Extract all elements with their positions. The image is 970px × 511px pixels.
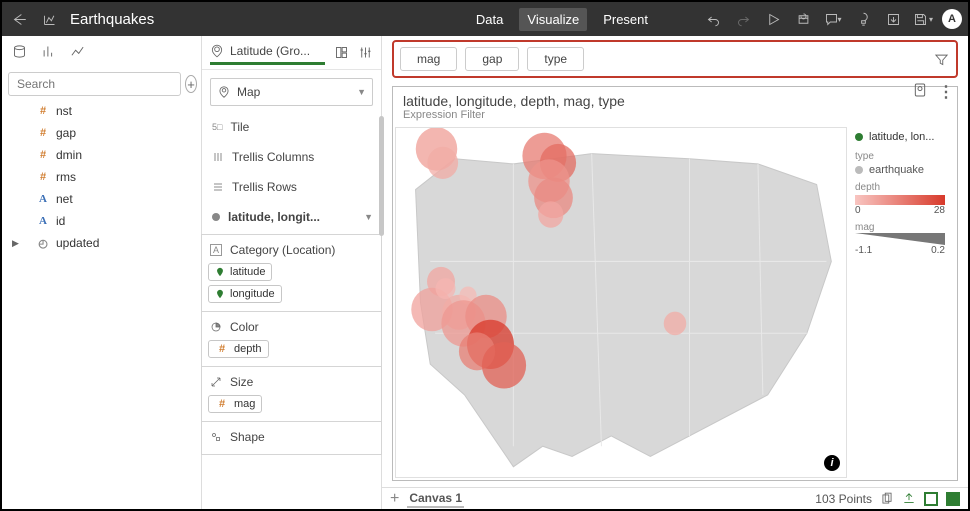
refresh-button[interactable] [792, 8, 814, 30]
layer-dot-icon [212, 213, 220, 221]
back-button[interactable] [8, 8, 30, 30]
grammar-active-tab[interactable]: Latitude (Gro... [210, 40, 325, 65]
legend-type-value: earthquake [855, 164, 949, 176]
clock-icon: ◴ [36, 237, 50, 250]
data-point[interactable] [538, 201, 563, 227]
legend-depth-max: 28 [934, 205, 945, 216]
search-input[interactable] [8, 72, 181, 96]
status-points: 103 Points [815, 492, 872, 506]
export-icon[interactable] [902, 492, 916, 506]
data-point[interactable] [436, 278, 456, 299]
field-nst[interactable]: #nst [2, 100, 201, 122]
field-net[interactable]: Anet [2, 188, 201, 210]
legend-size-ramp [855, 233, 945, 245]
shelf-trellis-rows[interactable]: Trellis Rows [210, 178, 373, 198]
attribute-icon: A [36, 215, 50, 227]
menu-icon[interactable]: ⋮ [938, 82, 954, 103]
chevron-down-icon: ▼ [357, 87, 366, 97]
viz-subtitle: Expression Filter [393, 109, 957, 125]
data-tab-icon[interactable] [12, 44, 27, 64]
grammar-panel: Latitude (Gro... Map ▼ 5□Tile Trellis Co… [202, 36, 382, 509]
workbook-title: Earthquakes [70, 11, 154, 28]
add-canvas-button[interactable]: + [390, 490, 399, 508]
add-data-button[interactable]: + [185, 75, 197, 93]
expand-icon[interactable]: ▶ [12, 238, 19, 249]
pill-latitude[interactable]: latitude [208, 263, 272, 281]
auto-insight-icon[interactable] [912, 82, 928, 103]
legend-mag-max: 0.2 [931, 245, 945, 256]
field-updated[interactable]: ▶◴updated [2, 232, 201, 254]
shelf-color[interactable]: Color #depth [201, 312, 382, 367]
copy-icon[interactable] [880, 492, 894, 506]
workbook-icon [38, 8, 60, 30]
insights-button[interactable] [852, 8, 874, 30]
preview-button[interactable] [762, 8, 784, 30]
info-icon[interactable]: i [824, 455, 840, 471]
data-fields-list: #nst #gap #dmin #rms Anet Aid ▶◴updated [2, 100, 201, 509]
analytics-tab-icon[interactable] [70, 44, 85, 64]
legend-depth-label: depth [855, 182, 949, 193]
visualization-canvas: latitude, longitude, depth, mag, type Ex… [392, 86, 958, 481]
auto-viz-icon[interactable] [333, 45, 349, 61]
filter-bar: mag gap type [392, 40, 958, 78]
field-dmin[interactable]: #dmin [2, 144, 201, 166]
tab-present[interactable]: Present [595, 8, 656, 31]
number-icon: # [36, 105, 50, 117]
shelf-category[interactable]: ACategory (Location) latitude longitude [201, 234, 382, 312]
viz-title: latitude, longitude, depth, mag, type [393, 87, 957, 109]
save-button[interactable]: ▾ [912, 8, 934, 30]
legend-layer[interactable]: latitude, lon... [855, 131, 949, 143]
number-icon: # [36, 127, 50, 139]
tab-visualize[interactable]: Visualize [519, 8, 587, 31]
comment-button[interactable]: ▾ [822, 8, 844, 30]
pill-longitude[interactable]: longitude [208, 285, 282, 303]
legend-type-label: type [855, 151, 949, 162]
filter-chip-type[interactable]: type [527, 47, 584, 71]
pill-mag[interactable]: #mag [208, 395, 262, 413]
tab-data[interactable]: Data [468, 8, 511, 31]
user-avatar[interactable]: A [942, 9, 962, 29]
data-point[interactable] [664, 312, 687, 336]
legend-depth-min: 0 [855, 205, 861, 216]
filter-chip-gap[interactable]: gap [465, 47, 519, 71]
legend-mag-label: mag [855, 222, 949, 233]
app-header: Earthquakes Data Visualize Present ▾ ▾ A [2, 2, 968, 36]
shelf-trellis-columns[interactable]: Trellis Columns [210, 148, 373, 168]
redo-button[interactable] [732, 8, 754, 30]
filter-chip-mag[interactable]: mag [400, 47, 457, 71]
data-point[interactable] [482, 342, 526, 388]
field-id[interactable]: Aid [2, 210, 201, 232]
legend-mag-min: -1.1 [855, 245, 872, 256]
data-point[interactable] [427, 147, 458, 179]
left-nav-rail [2, 36, 201, 66]
properties-icon[interactable] [357, 45, 373, 61]
viz-type-selector[interactable]: Map ▼ [210, 78, 373, 106]
layout-auto-icon[interactable] [946, 492, 960, 506]
canvas-tab[interactable]: Canvas 1 [407, 490, 464, 508]
undo-button[interactable] [702, 8, 724, 30]
legend: latitude, lon... type earthquake depth 0… [847, 125, 957, 480]
number-icon: # [36, 149, 50, 161]
field-rms[interactable]: #rms [2, 166, 201, 188]
filter-icon[interactable] [932, 50, 950, 68]
layer-header[interactable]: latitude, longit...▼ [210, 208, 373, 228]
legend-color-ramp [855, 195, 945, 205]
export-button[interactable] [882, 8, 904, 30]
canvas-footer: + Canvas 1 103 Points [382, 487, 968, 509]
field-gap[interactable]: #gap [2, 122, 201, 144]
pill-depth[interactable]: #depth [208, 340, 269, 358]
map-area[interactable]: i [395, 127, 847, 478]
shelf-size[interactable]: Size #mag [201, 367, 382, 422]
shelf-shape[interactable]: Shape [201, 422, 382, 455]
chevron-down-icon[interactable]: ▼ [364, 212, 373, 222]
shelf-tile[interactable]: 5□Tile [210, 118, 373, 138]
visualizations-tab-icon[interactable] [41, 44, 56, 64]
attribute-icon: A [36, 193, 50, 205]
layout-freeform-icon[interactable] [924, 492, 938, 506]
number-icon: # [36, 171, 50, 183]
